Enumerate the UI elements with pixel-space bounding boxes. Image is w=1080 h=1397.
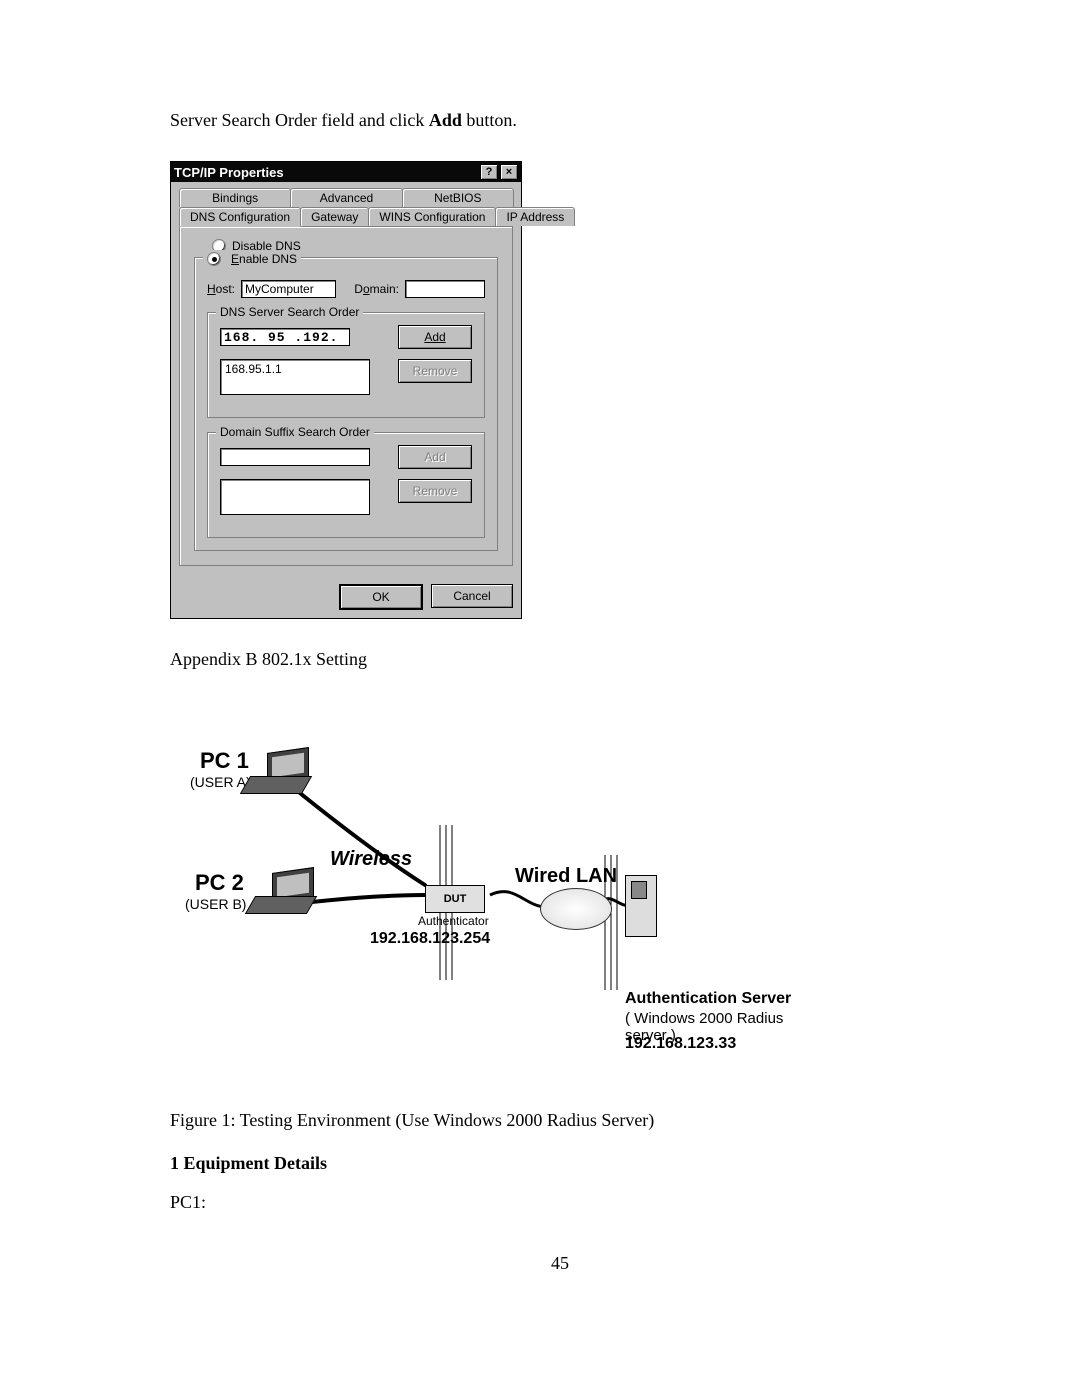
close-icon: × (506, 167, 512, 178)
tcpip-properties-dialog: TCP/IP Properties ? × Bindings Advanced … (170, 161, 522, 619)
server-ip-label: 192.168.123.33 (625, 1035, 736, 1053)
close-button[interactable]: × (500, 164, 518, 180)
dns-configuration-panel: Disable DNS Enable DNS Host: (179, 226, 513, 566)
dialog-title: TCP/IP Properties (174, 165, 284, 180)
dut-box: DUT (425, 885, 485, 913)
page-number: 45 (170, 1253, 950, 1274)
tab-strip: Bindings Advanced NetBIOS DNS Configurat… (179, 188, 513, 566)
dns-search-order-group: DNS Server Search Order Add 168.95.1.1 (207, 312, 485, 418)
suffix-add-button[interactable]: Add (398, 445, 472, 469)
intro-prefix: Server Search Order field and click (170, 110, 429, 130)
server-icon (625, 875, 657, 937)
dns-list-item: 168.95.1.1 (225, 362, 365, 376)
suffix-remove-button[interactable]: Remove (398, 479, 472, 503)
suffix-new-entry-input[interactable] (220, 448, 370, 466)
figure-caption: Figure 1: Testing Environment (Use Windo… (170, 1110, 950, 1131)
enable-dns-label: Enable DNS (231, 252, 297, 266)
usera-label: (USER A) (190, 774, 251, 790)
dut-label: DUT (444, 893, 467, 905)
help-button[interactable]: ? (480, 164, 498, 180)
dns-new-entry-input[interactable] (220, 328, 350, 346)
suffix-list[interactable] (220, 479, 370, 515)
suffix-order-legend: Domain Suffix Search Order (216, 425, 374, 439)
wireless-label: Wireless (330, 848, 412, 871)
intro-text: Server Search Order field and click Add … (170, 110, 950, 131)
host-label: Host: (207, 282, 235, 296)
host-input[interactable] (241, 280, 336, 298)
domain-input[interactable] (405, 280, 485, 298)
pc1-line: PC1: (170, 1192, 950, 1213)
ok-button[interactable]: OK (339, 584, 423, 610)
dns-add-button[interactable]: Add (398, 325, 472, 349)
tab-gateway[interactable]: Gateway (300, 207, 369, 226)
dns-list[interactable]: 168.95.1.1 (220, 359, 370, 395)
cloud-icon (540, 888, 612, 930)
tab-bindings[interactable]: Bindings (179, 188, 291, 207)
tab-netbios[interactable]: NetBIOS (402, 188, 514, 207)
userb-label: (USER B) (185, 896, 246, 912)
tab-dns-configuration[interactable]: DNS Configuration (179, 207, 301, 227)
cancel-button[interactable]: Cancel (431, 584, 513, 608)
suffix-search-order-group: Domain Suffix Search Order Add Remove (207, 432, 485, 538)
authserver-label: Authentication Server (625, 990, 791, 1008)
dialog-titlebar: TCP/IP Properties ? × (171, 162, 521, 182)
help-icon: ? (486, 167, 493, 178)
appendix-heading: Appendix B 802.1x Setting (170, 649, 950, 670)
domain-label: Domain: (354, 282, 399, 296)
tab-wins-configuration[interactable]: WINS Configuration (368, 207, 496, 226)
intro-bold: Add (429, 110, 462, 130)
wired-lan-label: Wired LAN (515, 865, 617, 888)
pc2-label: PC 2 (195, 870, 244, 896)
equipment-details-heading: 1 Equipment Details (170, 1153, 950, 1174)
laptop-icon (250, 870, 320, 920)
tab-ip-address[interactable]: IP Address (495, 207, 575, 226)
dns-order-legend: DNS Server Search Order (216, 305, 363, 319)
intro-suffix: button. (462, 110, 517, 130)
pc1-label: PC 1 (200, 748, 249, 774)
enable-dns-radio[interactable] (207, 252, 221, 266)
enable-dns-group: Enable DNS Host: Domain: DNS Server Sear… (194, 257, 498, 551)
network-diagram: PC 1 (USER A) PC 2 (USER B) Wireless DUT… (170, 730, 810, 1070)
authenticator-label: Authenticator (418, 914, 489, 928)
dns-remove-button[interactable]: Remove (398, 359, 472, 383)
laptop-icon (245, 750, 315, 800)
dut-ip-label: 192.168.123.254 (370, 930, 490, 948)
tab-advanced[interactable]: Advanced (290, 188, 402, 207)
